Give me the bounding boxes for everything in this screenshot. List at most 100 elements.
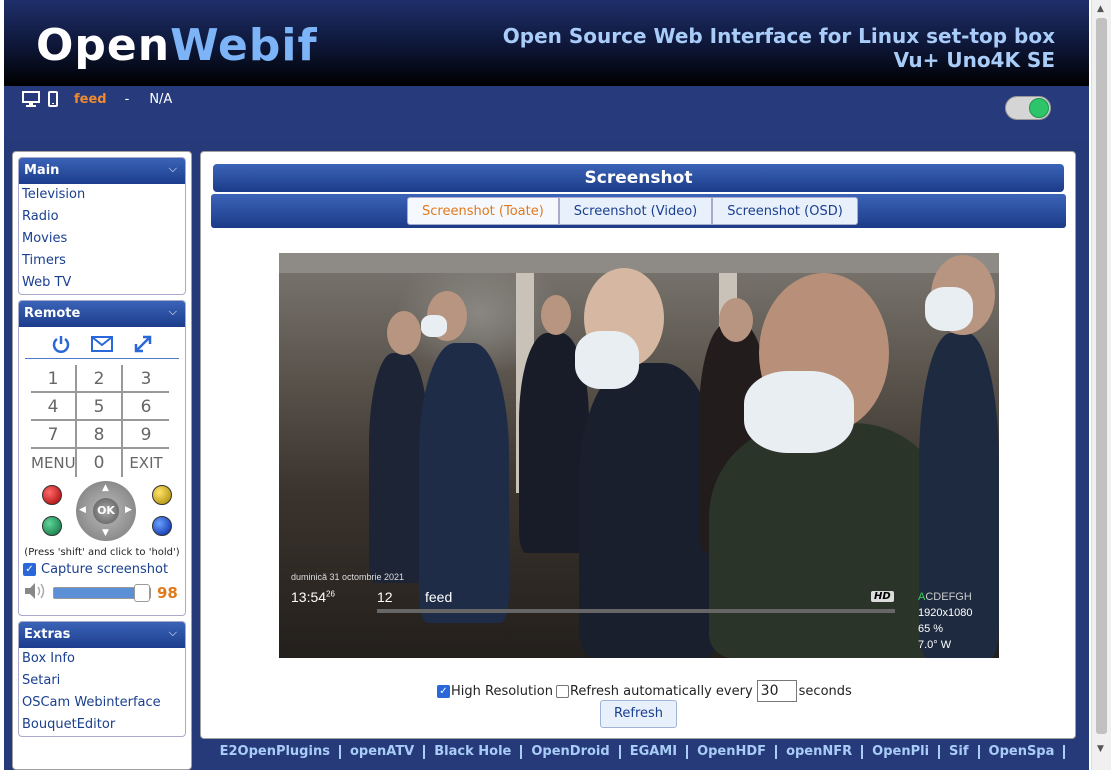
expand-icon[interactable] [133, 334, 153, 358]
osd-resolution: 1920x1080 [918, 607, 973, 619]
status-bar: feed - N/A [4, 86, 1089, 140]
refresh-interval-input[interactable]: 30 [756, 680, 797, 702]
high-resolution-label[interactable]: High Resolution [451, 684, 553, 699]
main-content: Screenshot Screenshot (Toate) Screenshot… [200, 151, 1076, 739]
osd-progress-bar [377, 609, 895, 613]
osd-channel-number: 12 [377, 589, 393, 605]
extras-header[interactable]: Extras ⌵ [19, 622, 185, 648]
menu-item-web-tv[interactable]: Web TV [19, 272, 185, 294]
footer-link-openspa[interactable]: OpenSpa [980, 745, 1066, 759]
screenshot-ceiling [279, 253, 999, 273]
logo: OpenWebif [36, 20, 318, 71]
arrow-down-icon[interactable]: ▼ [102, 528, 109, 538]
osd-tuners: ACDEFGH [918, 591, 972, 603]
key-exit[interactable]: EXIT [123, 449, 169, 477]
capture-checkbox[interactable]: ✓ [23, 563, 36, 576]
osd-satellite: 7.0° W [918, 639, 952, 651]
menu-item-television[interactable]: Television [19, 184, 185, 206]
desktop-icon[interactable] [22, 91, 40, 107]
color-keypad: ▲ ▼ ◀ ▶ OK [19, 481, 185, 545]
footer-link-openpli[interactable]: OpenPli [863, 745, 941, 759]
current-channel[interactable]: feed [74, 92, 107, 107]
key-menu[interactable]: MENU [31, 449, 77, 477]
footer-link-e2openplugins[interactable]: E2OpenPlugins [211, 745, 341, 759]
vertical-scrollbar[interactable]: ▲ ▼ [1091, 0, 1111, 770]
tagline-line1: Open Source Web Interface for Linux set-… [502, 24, 1055, 48]
key-1[interactable]: 1 [31, 365, 77, 393]
footer-link-sif[interactable]: Sif [940, 745, 980, 759]
green-button[interactable] [42, 516, 62, 536]
scroll-up-icon[interactable]: ▲ [1097, 4, 1104, 14]
menu-item-setari[interactable]: Setari [19, 670, 185, 692]
extras-title: Extras [24, 627, 71, 642]
tab-screenshot-all[interactable]: Screenshot (Toate) [407, 197, 559, 225]
footer-link-opendroid[interactable]: OpenDroid [522, 745, 621, 759]
high-resolution-checkbox[interactable]: ✓ [437, 684, 450, 698]
screenshot-person-head [541, 295, 571, 335]
key-2[interactable]: 2 [77, 365, 123, 393]
capture-label[interactable]: Capture screenshot [41, 562, 168, 577]
power-icon[interactable] [51, 334, 71, 358]
key-9[interactable]: 9 [123, 421, 169, 449]
header: OpenWebif Open Source Web Interface for … [4, 0, 1089, 86]
sidebar: Main ⌵ Television Radio Movies Timers Web… [12, 151, 192, 770]
footer-link-black-hole[interactable]: Black Hole [425, 745, 523, 759]
message-icon[interactable] [91, 335, 113, 357]
screenshot-controls: ✓ High Resolution Refresh automatically … [437, 680, 852, 702]
menu-item-bouqueteditor[interactable]: BouquetEditor [19, 714, 185, 736]
chevron-down-icon: ⌵ [168, 626, 177, 639]
yellow-button[interactable] [152, 485, 172, 505]
screenshot-mask [925, 287, 973, 331]
menu-item-box-info[interactable]: Box Info [19, 648, 185, 670]
main-menu-header[interactable]: Main ⌵ [19, 158, 185, 184]
tab-screenshot-osd[interactable]: Screenshot (OSD) [712, 197, 858, 225]
auto-refresh-checkbox[interactable] [555, 684, 569, 698]
footer-link-opennfr[interactable]: openNFR [777, 745, 864, 759]
tab-screenshot-video[interactable]: Screenshot (Video) [558, 197, 713, 225]
speaker-icon[interactable] [23, 581, 47, 605]
key-3[interactable]: 3 [123, 365, 169, 393]
menu-item-oscam[interactable]: OSCam Webinterface [19, 692, 185, 714]
footer-link-openhdf[interactable]: OpenHDF [688, 745, 778, 759]
seconds-label: seconds [798, 683, 852, 699]
menu-item-radio[interactable]: Radio [19, 206, 185, 228]
osd-time-main: 13:54 [291, 589, 327, 605]
footer-link-openatv[interactable]: openATV [341, 745, 426, 759]
scrollbar-thumb[interactable] [1096, 18, 1107, 734]
menu-item-movies[interactable]: Movies [19, 228, 185, 250]
ok-button[interactable]: OK [93, 498, 119, 524]
navigation-ring[interactable]: ▲ ▼ ◀ ▶ OK [76, 481, 136, 541]
blue-button[interactable] [152, 516, 172, 536]
auto-refresh-label[interactable]: Refresh automatically every [570, 684, 753, 699]
refresh-button[interactable]: Refresh [600, 700, 677, 728]
main-menu-title: Main [24, 163, 60, 178]
chevron-down-icon: ⌵ [168, 162, 177, 175]
capture-screenshot-option[interactable]: ✓ Capture screenshot [23, 562, 185, 577]
key-7[interactable]: 7 [31, 421, 77, 449]
screenshot-image: duminică 31 octombrie 2021 13:5426 12 fe… [279, 253, 999, 658]
footer-link-egami[interactable]: EGAMI [621, 745, 689, 759]
red-button[interactable] [42, 485, 62, 505]
key-0[interactable]: 0 [77, 449, 123, 477]
key-5[interactable]: 5 [77, 393, 123, 421]
scroll-down-icon[interactable]: ▼ [1097, 744, 1104, 754]
theme-toggle[interactable] [1005, 96, 1051, 120]
tagline-line2: Vu+ Uno4K SE [893, 48, 1055, 72]
key-6[interactable]: 6 [123, 393, 169, 421]
arrow-up-icon[interactable]: ▲ [102, 483, 109, 493]
mobile-icon[interactable] [48, 91, 58, 107]
arrow-right-icon[interactable]: ▶ [125, 505, 132, 515]
menu-item-timers[interactable]: Timers [19, 250, 185, 272]
arrow-left-icon[interactable]: ◀ [79, 505, 86, 515]
volume-handle[interactable] [134, 584, 150, 602]
hold-hint: (Press 'shift' and click to 'hold') [24, 547, 180, 558]
osd-channel-name: feed [425, 589, 453, 605]
footer-links: E2OpenPlugins openATV Black Hole OpenDro… [200, 742, 1076, 762]
key-8[interactable]: 8 [77, 421, 123, 449]
remote-title: Remote [24, 306, 81, 321]
remote-header[interactable]: Remote ⌵ [19, 301, 185, 327]
hd-badge: HD [871, 591, 894, 602]
volume-slider[interactable] [53, 584, 151, 602]
remote-body: 1 2 3 4 5 6 7 8 9 MENU 0 EXIT ▲ ▼ ◀ ▶ OK… [19, 327, 185, 615]
key-4[interactable]: 4 [31, 393, 77, 421]
